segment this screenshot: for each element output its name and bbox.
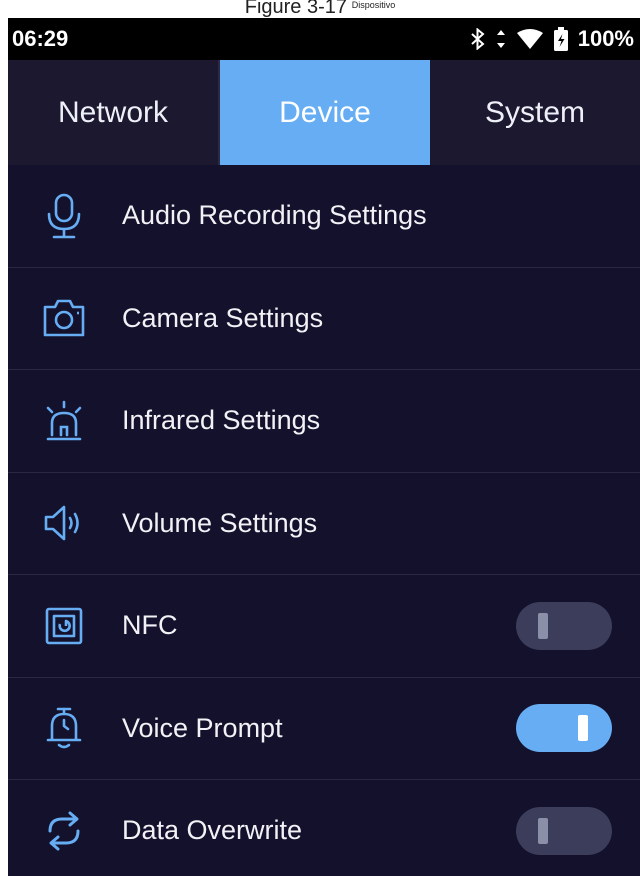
battery-percent: 100% (577, 26, 634, 51)
tab-device[interactable]: Device (220, 60, 430, 165)
data-overwrite-toggle[interactable] (516, 806, 612, 855)
microphone-icon (42, 193, 86, 239)
toggle-knob (538, 612, 548, 639)
device-screen: 06:29 100% Network Device System Audio R… (8, 18, 640, 876)
list-item-data-overwrite[interactable]: Data Overwrite (8, 780, 640, 876)
camera-icon (42, 296, 86, 340)
nfc-toggle[interactable] (516, 601, 612, 650)
status-bar: 06:29 100% (8, 18, 640, 60)
audio-recording-label: Audio Recording Settings (122, 200, 427, 231)
list-item-nfc[interactable]: NFC (8, 575, 640, 678)
settings-list: Audio Recording Settings Camera Settings (8, 165, 640, 876)
camera-label: Camera Settings (122, 302, 324, 333)
nfc-label: NFC (122, 610, 178, 641)
list-item-camera[interactable]: Camera Settings (8, 268, 640, 370)
nfc-icon (42, 604, 86, 648)
volume-label: Volume Settings (122, 507, 318, 538)
voice-prompt-toggle[interactable] (516, 704, 612, 753)
bluetooth-icon (470, 28, 486, 50)
figure-caption-sub: Dispositivo (351, 0, 396, 10)
list-item-voice-prompt[interactable]: Voice Prompt (8, 678, 640, 780)
status-time: 06:29 (12, 26, 69, 51)
toggle-knob (538, 817, 548, 844)
list-item-infrared[interactable]: Infrared Settings (8, 370, 640, 473)
figure-caption-text: Figure 3-17 (244, 0, 348, 18)
tab-network[interactable]: Network (8, 60, 220, 165)
tab-bar: Network Device System (8, 60, 640, 165)
list-item-audio-recording[interactable]: Audio Recording Settings (8, 165, 640, 268)
toggle-knob (578, 715, 588, 742)
list-item-volume[interactable]: Volume Settings (8, 473, 640, 575)
figure-caption: Figure 3-17 Dispositivo (0, 0, 640, 18)
data-arrows-icon (496, 29, 506, 49)
infrared-label: Infrared Settings (122, 405, 321, 436)
voice-prompt-label: Voice Prompt (122, 712, 283, 743)
bell-icon (42, 706, 86, 750)
wifi-icon (516, 28, 544, 50)
alarm-light-icon (42, 399, 86, 443)
speaker-icon (42, 501, 86, 545)
tab-system[interactable]: System (430, 60, 640, 165)
data-overwrite-label: Data Overwrite (122, 815, 303, 846)
overwrite-icon (42, 809, 86, 853)
status-icons: 100% (470, 26, 634, 52)
battery-icon (553, 27, 568, 51)
